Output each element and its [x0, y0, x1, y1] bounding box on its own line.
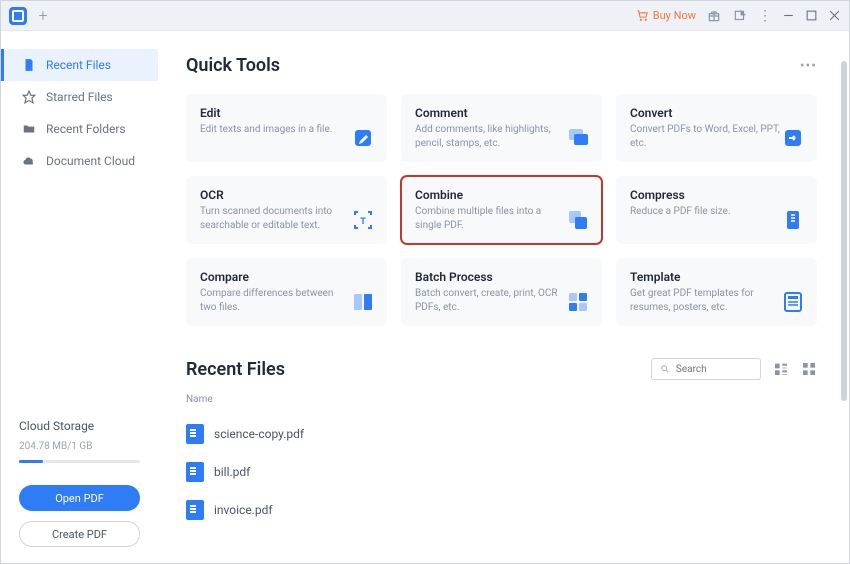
sidebar-item-starred-files[interactable]: Starred Files — [1, 81, 158, 113]
tool-desc: Compare differences between two files. — [200, 287, 350, 314]
tool-card-compare[interactable]: Compare Compare differences between two … — [186, 258, 387, 326]
buy-now-link[interactable]: Buy Now — [636, 9, 696, 22]
pdf-file-icon — [186, 424, 204, 444]
tool-title: Combine — [415, 188, 588, 202]
maximize-button[interactable] — [805, 9, 818, 22]
convert-icon — [781, 126, 805, 150]
cloud-storage-panel: Cloud Storage 204.78 MB/1 GB Open PDF Cr… — [1, 419, 158, 563]
svg-text:T: T — [360, 217, 366, 227]
minimize-button[interactable] — [782, 9, 795, 22]
tool-card-batch-process[interactable]: Batch Process Batch convert, create, pri… — [401, 258, 602, 326]
sidebar-item-recent-files[interactable]: Recent Files — [1, 49, 158, 81]
ocr-icon: T — [351, 208, 375, 232]
close-button[interactable] — [828, 9, 841, 22]
tool-desc: Combine multiple files into a single PDF… — [415, 205, 565, 232]
tool-title: Template — [630, 270, 803, 284]
new-tab-button[interactable]: + — [35, 8, 51, 24]
tool-desc: Batch convert, create, print, OCR PDFs, … — [415, 287, 565, 314]
tool-desc: Edit texts and images in a file. — [200, 123, 350, 137]
batch-icon — [566, 290, 590, 314]
list-view-icon[interactable] — [773, 361, 789, 377]
search-box[interactable] — [651, 358, 761, 380]
file-row[interactable]: bill.pdf — [186, 453, 817, 491]
tools-grid: Edit Edit texts and images in a file. Co… — [186, 94, 817, 326]
compress-icon — [781, 208, 805, 232]
tool-card-compress[interactable]: Compress Reduce a PDF file size. — [616, 176, 817, 244]
scrollbar[interactable] — [841, 61, 847, 401]
tool-title: Compare — [200, 270, 373, 284]
tool-title: Convert — [630, 106, 803, 120]
edit-icon — [351, 126, 375, 150]
file-row[interactable]: science-copy.pdf — [186, 415, 817, 453]
tool-card-template[interactable]: Template Get great PDF templates for res… — [616, 258, 817, 326]
quick-tools-more-icon[interactable]: ••• — [800, 58, 817, 74]
create-pdf-button[interactable]: Create PDF — [19, 521, 140, 547]
app-window: + Buy Now ⋮ Recent Files Starred Files R… — [0, 0, 850, 564]
cloud-storage-bar — [19, 460, 140, 463]
open-pdf-button[interactable]: Open PDF — [19, 485, 140, 511]
tool-card-comment[interactable]: Comment Add comments, like highlights, p… — [401, 94, 602, 162]
tool-title: Compress — [630, 188, 803, 202]
search-input[interactable] — [676, 364, 752, 375]
tool-title: Edit — [200, 106, 373, 120]
file-row[interactable]: invoice.pdf — [186, 491, 817, 529]
gift-icon[interactable] — [706, 8, 722, 24]
pdf-file-icon — [186, 462, 204, 482]
file-name: bill.pdf — [214, 465, 250, 479]
template-icon — [781, 290, 805, 314]
sidebar-item-label: Recent Folders — [46, 122, 126, 136]
sidebar: Recent Files Starred Files Recent Folder… — [1, 31, 158, 563]
star-icon — [22, 90, 36, 104]
titlebar: + Buy Now ⋮ — [1, 1, 849, 31]
sidebar-item-recent-folders[interactable]: Recent Folders — [1, 113, 158, 145]
tool-card-combine[interactable]: Combine Combine multiple files into a si… — [401, 176, 602, 244]
grid-view-icon[interactable] — [801, 361, 817, 377]
folder-icon — [22, 122, 36, 136]
menu-icon[interactable]: ⋮ — [758, 8, 772, 24]
cart-icon — [636, 9, 649, 22]
main-content: Quick Tools ••• Edit Edit texts and imag… — [158, 31, 849, 563]
tool-desc: Add comments, like highlights, pencil, s… — [415, 123, 565, 150]
tool-title: Batch Process — [415, 270, 588, 284]
recent-files-title: Recent Files — [186, 359, 285, 380]
sidebar-item-label: Document Cloud — [46, 154, 135, 168]
sidebar-item-label: Recent Files — [46, 58, 111, 72]
file-icon — [22, 58, 36, 72]
tool-card-convert[interactable]: Convert Convert PDFs to Word, Excel, PPT… — [616, 94, 817, 162]
app-logo-icon — [9, 7, 27, 25]
column-header-name: Name — [186, 394, 817, 405]
cloud-storage-title: Cloud Storage — [19, 419, 140, 433]
tool-desc: Convert PDFs to Word, Excel, PPT, etc. — [630, 123, 780, 150]
tool-desc: Turn scanned documents into searchable o… — [200, 205, 350, 232]
quick-tools-title: Quick Tools — [186, 55, 280, 76]
file-name: science-copy.pdf — [214, 427, 304, 441]
tool-title: OCR — [200, 188, 373, 202]
tool-desc: Reduce a PDF file size. — [630, 205, 780, 219]
tool-card-ocr[interactable]: OCR Turn scanned documents into searchab… — [186, 176, 387, 244]
cloud-storage-usage: 204.78 MB/1 GB — [19, 441, 140, 452]
sidebar-item-label: Starred Files — [46, 90, 113, 104]
cloud-icon — [22, 154, 36, 168]
comment-icon — [566, 126, 590, 150]
share-icon[interactable] — [732, 8, 748, 24]
tool-title: Comment — [415, 106, 588, 120]
pdf-file-icon — [186, 500, 204, 520]
tool-card-edit[interactable]: Edit Edit texts and images in a file. — [186, 94, 387, 162]
compare-icon — [351, 290, 375, 314]
search-icon — [660, 363, 670, 375]
tool-desc: Get great PDF templates for resumes, pos… — [630, 287, 780, 314]
sidebar-item-document-cloud[interactable]: Document Cloud — [1, 145, 158, 177]
buy-now-label: Buy Now — [653, 9, 696, 22]
combine-icon — [566, 208, 590, 232]
file-name: invoice.pdf — [214, 503, 273, 517]
